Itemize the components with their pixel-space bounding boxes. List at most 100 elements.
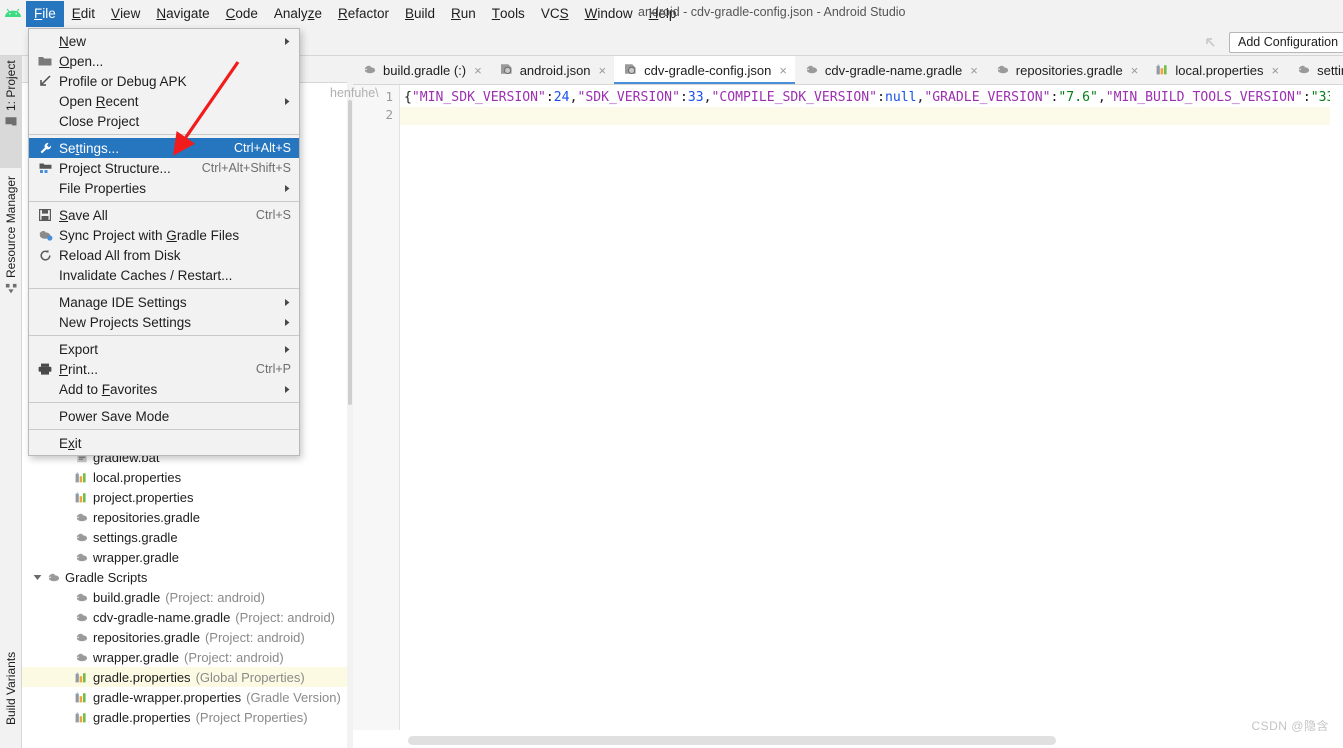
submenu-arrow-icon bbox=[264, 97, 291, 106]
menu-item-power-save-mode[interactable]: Power Save Mode bbox=[29, 406, 299, 426]
editor-tab-local-properties[interactable]: local.properties × bbox=[1146, 56, 1288, 84]
menu-item-label: Open Recent bbox=[59, 93, 139, 109]
menubar-item-analyze[interactable]: Analy z e bbox=[266, 1, 330, 27]
menu-item-manage-ide-settings[interactable]: Manage IDE Settings bbox=[29, 292, 299, 312]
add-configuration-button[interactable]: Add Configuration bbox=[1229, 32, 1343, 53]
tree-item[interactable]: repositories.gradle bbox=[22, 507, 353, 527]
menu-item-label: New Projects Settings bbox=[59, 314, 192, 330]
menu-item-save-all[interactable]: Save All Ctrl+S bbox=[29, 205, 299, 225]
menubar-item-refactor[interactable]: Refactor bbox=[330, 1, 397, 27]
editor-horizontal-scrollbar[interactable] bbox=[400, 733, 1343, 748]
editor-tab-label: cdv-gradle-name.gradle bbox=[824, 62, 963, 78]
tree-item[interactable]: local.properties bbox=[22, 467, 353, 487]
editor-tab-android-json[interactable]: android.json × bbox=[489, 56, 615, 84]
menubar-item-vcs[interactable]: VC S bbox=[533, 1, 577, 27]
gradle-icon bbox=[73, 652, 90, 663]
left-tool-strip: 1: Project Resource Manager Build Varian… bbox=[0, 56, 22, 748]
tree-item[interactable]: settings.gradle bbox=[22, 527, 353, 547]
menu-item-open[interactable]: Open... bbox=[29, 51, 299, 71]
code-token: "MIN_BUILD_TOOLS_VERSION" bbox=[1105, 90, 1303, 105]
editor-tab-cdv-gradle-name-gradle[interactable]: cdv-gradle-name.gradle × bbox=[794, 56, 986, 84]
tree-item[interactable]: wrapper.gradle bbox=[22, 547, 353, 567]
tree-item[interactable]: cdv-gradle-name.gradle (Project: android) bbox=[22, 607, 353, 627]
tree-item[interactable]: gradle.properties (Global Properties) bbox=[22, 667, 353, 687]
close-icon[interactable]: × bbox=[599, 63, 607, 78]
menu-item-profile-or-debug-apk[interactable]: Profile or Debug APK bbox=[29, 71, 299, 91]
code-token: : bbox=[545, 90, 554, 105]
menu-item-open-recent[interactable]: Open Recent bbox=[29, 91, 299, 111]
tree-item[interactable]: wrapper.gradle (Project: android) bbox=[22, 647, 353, 667]
gradle-icon bbox=[73, 512, 90, 523]
menu-item-shortcut: Ctrl+S bbox=[255, 208, 291, 222]
menu-item-settings[interactable]: Settings... Ctrl+Alt+S bbox=[29, 138, 299, 158]
menubar-item-build[interactable]: Build bbox=[397, 1, 443, 27]
editor-vertical-scrollbar[interactable] bbox=[1330, 85, 1343, 730]
title-bar: File Edit View Navigate Code Analy z e Refactor B… bbox=[0, 0, 1343, 28]
editor-tab-settings-gradle[interactable]: settings.gradle bbox=[1287, 56, 1343, 84]
tree-item[interactable]: project.properties bbox=[22, 487, 353, 507]
tree-item[interactable]: gradle-wrapper.properties (Gradle Version… bbox=[22, 687, 353, 707]
editor-tab-cdv-gradle-config-json[interactable]: cdv-gradle-config.json × bbox=[614, 56, 795, 84]
code-token: "SDK_VERSION" bbox=[577, 90, 680, 105]
menu-item-new-projects-settings[interactable]: New Projects Settings bbox=[29, 312, 299, 332]
editor-tab-label: android.json bbox=[519, 62, 591, 78]
menubar-item-tools[interactable]: Tools bbox=[484, 1, 533, 27]
menubar-item-navigate[interactable]: Navigate bbox=[148, 1, 217, 27]
menu-item-invalidate-caches-restart[interactable]: Invalidate Caches / Restart... bbox=[29, 265, 299, 285]
android-studio-logo bbox=[0, 1, 26, 27]
editor-code-content[interactable]: {"MIN_SDK_VERSION":24,"SDK_VERSION":33,"… bbox=[400, 85, 1343, 730]
project-scrollbar-thumb[interactable] bbox=[348, 100, 352, 405]
menu-item-reload-all-from-disk[interactable]: Reload All from Disk bbox=[29, 245, 299, 265]
sidebar-item-project[interactable]: 1: Project bbox=[0, 56, 22, 168]
menubar-item-run[interactable]: Run bbox=[443, 1, 484, 27]
tree-item-qualifier: (Gradle Version) bbox=[246, 689, 341, 705]
menu-item-new[interactable]: New bbox=[29, 31, 299, 51]
close-icon[interactable]: × bbox=[779, 63, 787, 78]
tree-item[interactable]: repositories.gradle (Project: android) bbox=[22, 627, 353, 647]
menubar-item-file[interactable]: File bbox=[26, 1, 64, 27]
gradle-icon bbox=[73, 612, 90, 623]
menubar-item-view[interactable]: View bbox=[103, 1, 148, 27]
chevron-down-icon[interactable] bbox=[30, 574, 45, 581]
tree-item-label: local.properties bbox=[93, 469, 182, 485]
menu-item-sync-project-with-gradle-files[interactable]: Sync Project with Gradle Files bbox=[29, 225, 299, 245]
wrench-icon bbox=[35, 142, 55, 155]
tree-item-label: cdv-gradle-name.gradle bbox=[93, 609, 231, 625]
arrow-up-left-icon[interactable] bbox=[1204, 34, 1222, 50]
tree-item-qualifier: (Project: android) bbox=[165, 589, 265, 605]
menubar-item-window[interactable]: Window bbox=[577, 1, 641, 27]
close-icon[interactable]: × bbox=[1272, 63, 1280, 78]
menu-item-file-properties[interactable]: File Properties bbox=[29, 178, 299, 198]
menubar-item-edit[interactable]: Edit bbox=[64, 1, 103, 27]
menu-item-label: Exit bbox=[59, 435, 82, 451]
menu-item-exit[interactable]: Exit bbox=[29, 433, 299, 453]
submenu-arrow-icon bbox=[264, 345, 291, 354]
menu-item-shortcut: Ctrl+Alt+Shift+S bbox=[201, 161, 291, 175]
menu-item-label: New bbox=[59, 33, 87, 49]
menubar-item-code[interactable]: Code bbox=[218, 1, 266, 27]
properties-icon bbox=[73, 471, 90, 483]
sidebar-item-resource-manager[interactable]: Resource Manager bbox=[0, 172, 22, 320]
resource-manager-icon bbox=[4, 283, 18, 294]
menu-item-export[interactable]: Export bbox=[29, 339, 299, 359]
menu-item-add-to-favorites[interactable]: Add to Favorites bbox=[29, 379, 299, 399]
code-token: 33 bbox=[687, 90, 704, 105]
tree-item[interactable]: gradle.properties (Project Properties) bbox=[22, 707, 353, 727]
sidebar-item-resource-manager-label: Resource Manager bbox=[4, 176, 18, 279]
project-folder-icon bbox=[4, 116, 18, 127]
editor-tab-strip: build.gradle (:) × android.json × cdv-gradle… bbox=[353, 56, 1343, 85]
menu-item-project-structure[interactable]: Project Structure... Ctrl+Alt+Shift+S bbox=[29, 158, 299, 178]
menu-item-print[interactable]: Print... Ctrl+P bbox=[29, 359, 299, 379]
editor-tab-build-gradle[interactable]: build.gradle (:) × bbox=[353, 56, 490, 84]
close-icon[interactable]: × bbox=[970, 63, 978, 78]
sidebar-item-build-variants-label: Build Variants bbox=[4, 652, 18, 726]
editor-tab-repositories-gradle[interactable]: repositories.gradle × bbox=[985, 56, 1147, 84]
sidebar-item-build-variants[interactable]: Build Variants bbox=[0, 648, 22, 748]
editor-horizontal-scrollbar-thumb[interactable] bbox=[408, 736, 1056, 745]
tree-item[interactable]: build.gradle (Project: android) bbox=[22, 587, 353, 607]
close-icon[interactable]: × bbox=[474, 63, 482, 78]
menu-item-shortcut: Ctrl+Alt+S bbox=[234, 141, 291, 155]
close-icon[interactable]: × bbox=[1131, 63, 1139, 78]
tree-item[interactable]: Gradle Scripts bbox=[22, 567, 353, 587]
menu-item-close-project[interactable]: Close Project bbox=[29, 111, 299, 131]
